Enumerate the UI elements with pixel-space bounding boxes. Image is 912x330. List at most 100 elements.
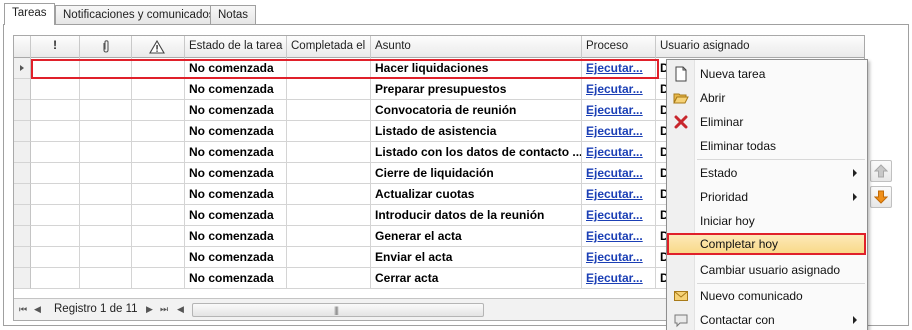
cell-estado[interactable]: No comenzada	[185, 247, 287, 268]
tab-notificaciones[interactable]: Notificaciones y comunicados	[55, 5, 223, 24]
row-indicator[interactable]	[14, 142, 31, 163]
cell-completada[interactable]	[287, 79, 371, 100]
move-down-button[interactable]	[870, 186, 892, 208]
cell-asunto[interactable]: Hacer liquidaciones	[371, 58, 582, 79]
cell-priority[interactable]	[31, 247, 80, 268]
cell-asunto[interactable]: Actualizar cuotas	[371, 184, 582, 205]
first-record-icon[interactable]: ⏮	[19, 304, 27, 315]
header-completada[interactable]: Completada el	[287, 36, 371, 58]
tab-notas[interactable]: Notas	[210, 5, 257, 24]
cell-estado[interactable]: No comenzada	[185, 205, 287, 226]
cell-priority[interactable]	[31, 163, 80, 184]
cell-alert[interactable]	[132, 121, 185, 142]
header-estado[interactable]: Estado de la tarea	[185, 36, 287, 58]
scroll-left-icon[interactable]: ◀	[177, 304, 184, 315]
cell-completada[interactable]	[287, 142, 371, 163]
menu-item-cambiar-usuario[interactable]: Cambiar usuario asignado	[667, 259, 867, 281]
header-proceso[interactable]: Proceso	[582, 36, 656, 58]
cell-alert[interactable]	[132, 247, 185, 268]
cell-asunto[interactable]: Preparar presupuestos	[371, 79, 582, 100]
header-priority[interactable]: !	[31, 36, 80, 58]
cell-priority[interactable]	[31, 100, 80, 121]
menu-item-estado[interactable]: Estado	[667, 162, 867, 184]
cell-alert[interactable]	[132, 184, 185, 205]
cell-attachment[interactable]	[80, 100, 132, 121]
ejecutar-link[interactable]: Ejecutar...	[586, 82, 643, 96]
row-indicator[interactable]	[14, 226, 31, 247]
cell-priority[interactable]	[31, 142, 80, 163]
cell-alert[interactable]	[132, 268, 185, 289]
row-indicator[interactable]	[14, 163, 31, 184]
menu-item-contactar-con[interactable]: Contactar con	[667, 309, 867, 330]
cell-alert[interactable]	[132, 100, 185, 121]
cell-estado[interactable]: No comenzada	[185, 184, 287, 205]
ejecutar-link[interactable]: Ejecutar...	[586, 103, 643, 117]
cell-attachment[interactable]	[80, 121, 132, 142]
cell-estado[interactable]: No comenzada	[185, 226, 287, 247]
cell-alert[interactable]	[132, 226, 185, 247]
row-indicator[interactable]	[14, 100, 31, 121]
tab-tareas[interactable]: Tareas	[4, 3, 55, 25]
cell-completada[interactable]	[287, 100, 371, 121]
header-usuario[interactable]: Usuario asignado	[656, 36, 864, 58]
cell-attachment[interactable]	[80, 163, 132, 184]
cell-estado[interactable]: No comenzada	[185, 142, 287, 163]
cell-attachment[interactable]	[80, 226, 132, 247]
cell-priority[interactable]	[31, 205, 80, 226]
cell-attachment[interactable]	[80, 79, 132, 100]
menu-item-nueva-tarea[interactable]: Nueva tarea	[667, 63, 867, 85]
cell-completada[interactable]	[287, 58, 371, 79]
cell-completada[interactable]	[287, 268, 371, 289]
cell-asunto[interactable]: Introducir datos de la reunión	[371, 205, 582, 226]
prev-record-icon[interactable]: ◀	[34, 304, 41, 315]
menu-item-prioridad[interactable]: Prioridad	[667, 186, 867, 208]
last-record-icon[interactable]: ⏭	[160, 304, 168, 315]
cell-asunto[interactable]: Listado de asistencia	[371, 121, 582, 142]
ejecutar-link[interactable]: Ejecutar...	[586, 229, 643, 243]
row-indicator[interactable]	[14, 79, 31, 100]
menu-item-nuevo-comunicado[interactable]: Nuevo comunicado	[667, 285, 867, 307]
cell-completada[interactable]	[287, 163, 371, 184]
header-attachment[interactable]	[80, 36, 132, 58]
cell-priority[interactable]	[31, 226, 80, 247]
cell-priority[interactable]	[31, 79, 80, 100]
cell-estado[interactable]: No comenzada	[185, 121, 287, 142]
ejecutar-link[interactable]: Ejecutar...	[586, 145, 643, 159]
ejecutar-link[interactable]: Ejecutar...	[586, 61, 643, 75]
cell-completada[interactable]	[287, 247, 371, 268]
cell-attachment[interactable]	[80, 184, 132, 205]
cell-attachment[interactable]	[80, 268, 132, 289]
cell-alert[interactable]	[132, 163, 185, 184]
cell-alert[interactable]	[132, 205, 185, 226]
cell-attachment[interactable]	[80, 142, 132, 163]
cell-priority[interactable]	[31, 268, 80, 289]
row-indicator[interactable]	[14, 58, 31, 79]
move-up-button[interactable]	[870, 160, 892, 182]
cell-asunto[interactable]: Enviar el acta	[371, 247, 582, 268]
menu-item-eliminar-todas[interactable]: Eliminar todas	[667, 135, 867, 157]
cell-attachment[interactable]	[80, 58, 132, 79]
cell-estado[interactable]: No comenzada	[185, 79, 287, 100]
cell-alert[interactable]	[132, 79, 185, 100]
ejecutar-link[interactable]: Ejecutar...	[586, 250, 643, 264]
cell-estado[interactable]: No comenzada	[185, 58, 287, 79]
header-asunto[interactable]: Asunto	[371, 36, 582, 58]
cell-alert[interactable]	[132, 142, 185, 163]
cell-priority[interactable]	[31, 58, 80, 79]
cell-asunto[interactable]: Cierre de liquidación	[371, 163, 582, 184]
horizontal-scrollbar[interactable]: |||	[192, 303, 484, 317]
cell-asunto[interactable]: Listado con los datos de contacto ...	[371, 142, 582, 163]
cell-completada[interactable]	[287, 205, 371, 226]
row-indicator[interactable]	[14, 268, 31, 289]
cell-attachment[interactable]	[80, 205, 132, 226]
row-indicator[interactable]	[14, 121, 31, 142]
ejecutar-link[interactable]: Ejecutar...	[586, 271, 643, 285]
cell-asunto[interactable]: Convocatoria de reunión	[371, 100, 582, 121]
cell-completada[interactable]	[287, 184, 371, 205]
row-indicator[interactable]	[14, 247, 31, 268]
menu-item-iniciar-hoy[interactable]: Iniciar hoy	[667, 210, 867, 232]
cell-attachment[interactable]	[80, 247, 132, 268]
cell-alert[interactable]	[132, 58, 185, 79]
cell-estado[interactable]: No comenzada	[185, 163, 287, 184]
header-alert[interactable]	[132, 36, 185, 58]
